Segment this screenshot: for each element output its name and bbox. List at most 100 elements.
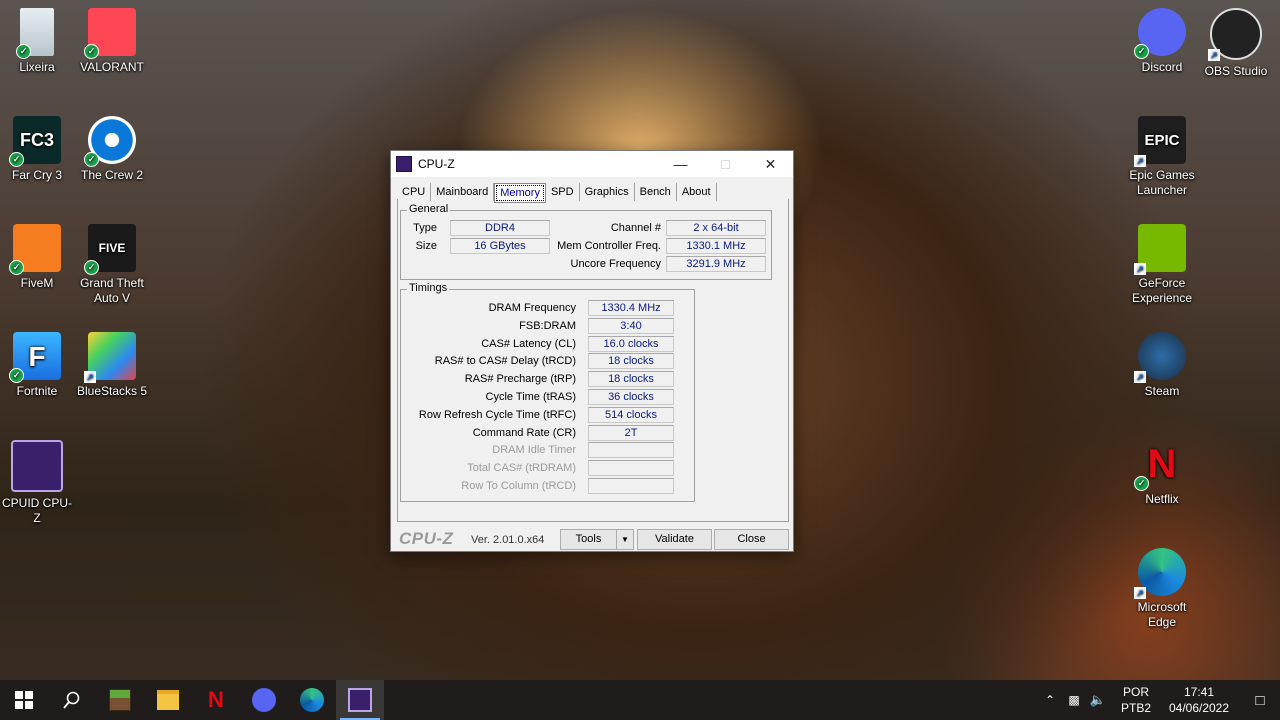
timing-label: CAS# Latency (CL) [481,337,576,350]
fivem-icon: ✓ [9,224,61,275]
notification-icon[interactable]: □ [1240,692,1280,709]
bluestacks-icon: ↗ [84,332,136,383]
fortnite-icon: F ✓ [9,332,61,383]
desktop-icon-label: GeForce Experience [1131,276,1193,305]
language-line2: PTB2 [1120,701,1151,715]
timing-value: 36 clocks [588,389,674,405]
window-footer: CPU-Z Ver. 2.01.0.x64 Tools ▼ Validate C… [391,525,793,551]
desktop-icon-fortnite[interactable]: F ✓ Fortnite [0,332,75,399]
desktop-icon-cpuz[interactable]: CPUID CPU-Z [0,440,75,526]
desktop-icon-valorant[interactable]: ✓ VALORANT [74,8,150,75]
type-value: DDR4 [450,220,550,236]
size-value: 16 GBytes [450,238,550,254]
start-icon [15,691,33,709]
taskbar-file-explorer[interactable] [144,680,192,720]
timing-label: Row Refresh Cycle Time (tRFC) [418,408,576,421]
icon-logo-text: N [1147,441,1177,486]
edge-icon: ↗ [1134,548,1186,599]
sync-check-icon: ✓ [9,368,24,383]
desktop-icon-edge[interactable]: ↗ Microsoft Edge [1124,548,1200,630]
show-hidden-icons-chevron-up-icon[interactable]: ⌃ [1038,693,1062,707]
desktop-icon-label: VALORANT [80,60,144,74]
cpuz-window: CPU-Z — □ ✕ CPU Mainboard Memory SPD Graphic… [390,150,794,552]
sync-check-icon: ✓ [84,260,99,275]
title-bar[interactable]: CPU-Z — □ ✕ [391,151,793,177]
netflix-icon: N ✓ [1134,440,1186,491]
taskbar-cpuz[interactable] [336,680,384,720]
mem-controller-freq-value: 1330.1 MHz [666,238,766,254]
icon-logo-text: EPIC [1144,131,1180,149]
timing-value: 16.0 clocks [588,335,674,352]
desktop-icon-label: The Crew 2 [80,168,144,182]
desktop-icon-farcry3[interactable]: FC3 ✓ Far Cry 3 [0,116,75,183]
desktop-icon-nvidia[interactable]: ↗ GeForce Experience [1124,224,1200,306]
netflix-icon: N [208,687,224,712]
channel-value: 2 x 64-bit [666,220,766,236]
sync-check-icon: ✓ [84,44,99,59]
ubisoft-icon: ✓ [84,116,136,167]
timing-label: DRAM Frequency [488,302,576,314]
tools-dropdown-arrow-icon[interactable]: ▼ [616,529,634,550]
desktop-icon-label: FiveM [20,276,54,290]
timing-label: FSB:DRAM [519,319,576,332]
timing-value: 514 clocks [588,406,674,423]
desktop-icon-ubisoft[interactable]: ✓ The Crew 2 [74,116,150,183]
desktop-icon-recycle-bin[interactable]: ✓ Lixeira [0,8,75,75]
timing-value: 1330.4 MHz [588,300,674,316]
validate-button[interactable]: Validate [637,529,712,550]
farcry3-icon: FC3 ✓ [9,116,61,167]
desktop-icon-bluestacks[interactable]: ↗ BlueStacks 5 [74,332,150,399]
desktop-icon-netflix[interactable]: N ✓ Netflix [1124,440,1200,507]
timings-legend: Timings [407,282,450,294]
desktop-icon-epic-games[interactable]: EPIC ↗ Epic Games Launcher [1124,116,1200,198]
search-icon [63,691,80,709]
gta5-icon: FIVE ✓ [84,224,136,275]
desktop-icon-gta5[interactable]: FIVE ✓ Grand Theft Auto V [74,224,150,306]
general-legend: General [407,203,451,215]
start-button[interactable] [0,680,48,720]
maximize-button[interactable]: □ [703,151,748,177]
timing-label: RAS# to CAS# Delay (tRCD) [434,355,576,368]
desktop-icon-label: OBS Studio [1204,64,1268,78]
edge-icon [300,688,324,712]
uncore-frequency-label: Uncore Frequency [570,258,662,270]
desktop-icon-label: BlueStacks 5 [76,384,148,398]
taskbar-discord[interactable] [240,680,288,720]
desktop-icon-label: Microsoft Edge [1137,600,1187,629]
volume-icon[interactable]: 🔈 [1086,692,1110,708]
desktop-icon-discord[interactable]: ✓ Discord [1124,8,1200,75]
language-indicator[interactable]: POR PTB2 [1114,684,1158,716]
obs-icon: ↗ [1208,8,1262,61]
timing-label: Command Rate (CR) [472,426,576,439]
window-title: CPU-Z [418,157,455,171]
cpuz-icon [11,440,63,492]
timing-label: Total CAS# (tRDRAM) [467,462,576,475]
network-icon[interactable]: ▩ [1062,693,1086,707]
timing-value: 2T [588,424,674,441]
channel-label: Channel # [610,222,661,234]
shortcut-arrow-icon: ↗ [1134,263,1146,275]
desktop-icon-steam[interactable]: ↗ Steam [1124,332,1200,399]
file-explorer-icon [157,690,179,710]
sync-check-icon: ✓ [16,44,31,59]
taskbar-netflix[interactable]: N [192,680,240,720]
sync-check-icon: ✓ [84,152,99,167]
clock[interactable]: 17:41 04/06/2022 [1158,684,1240,716]
search-button[interactable] [48,680,96,720]
taskbar: N ⌃ ▩ 🔈 POR PTB2 17:41 04/06/2022 □ [0,680,1280,720]
desktop-icon-obs[interactable]: ↗ OBS Studio [1198,8,1274,79]
discord-icon [252,688,276,712]
taskbar-minecraft[interactable] [96,680,144,720]
timings-group: Timings DRAM Frequency 1330.4 MHz FSB:DRAM… [400,282,695,502]
close-button[interactable]: Close [714,529,789,550]
tools-button[interactable]: Tools [560,529,617,550]
taskbar-edge[interactable] [288,680,336,720]
mem-controller-freq-label: Mem Controller Freq. [557,240,661,252]
cpuz-icon [348,688,372,712]
close-window-button[interactable]: ✕ [748,151,793,177]
desktop-icon-fivem[interactable]: ✓ FiveM [0,224,75,291]
clock-time: 17:41 [1183,685,1215,699]
minimize-button[interactable]: — [658,151,703,177]
icon-logo-text: FC3 [19,129,54,150]
type-label: Type [413,222,437,234]
